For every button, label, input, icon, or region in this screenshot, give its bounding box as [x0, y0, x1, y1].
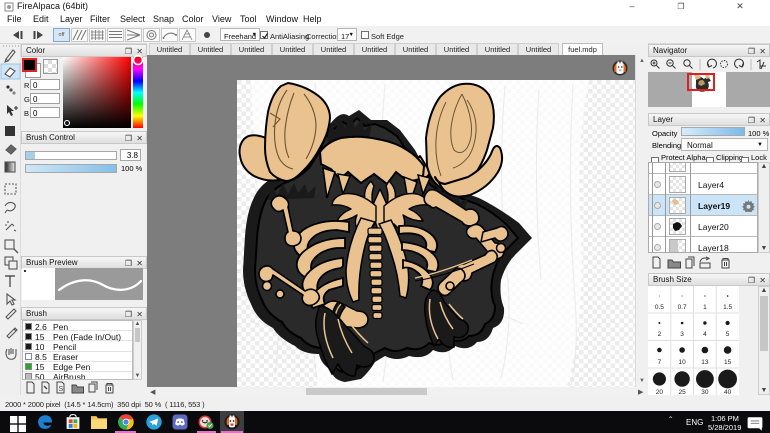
svg-text:2: 2 — [658, 331, 662, 338]
svg-text:7: 7 — [658, 359, 662, 366]
svg-text:25: 25 — [678, 389, 686, 395]
svg-text:0.5: 0.5 — [655, 304, 664, 311]
svg-text:1: 1 — [703, 304, 707, 311]
svg-text:13: 13 — [701, 359, 709, 366]
svg-text:0.7: 0.7 — [678, 304, 687, 311]
svg-text:5: 5 — [726, 331, 730, 338]
svg-text:4: 4 — [703, 331, 707, 338]
svg-text:20: 20 — [656, 389, 664, 395]
svg-text:1.5: 1.5 — [723, 304, 732, 311]
svg-text:40: 40 — [724, 389, 732, 395]
svg-text:10: 10 — [678, 359, 686, 366]
svg-text:15: 15 — [724, 359, 732, 366]
svg-text:30: 30 — [701, 389, 709, 395]
svg-text:S: S — [59, 386, 64, 393]
svg-text:3: 3 — [680, 331, 684, 338]
